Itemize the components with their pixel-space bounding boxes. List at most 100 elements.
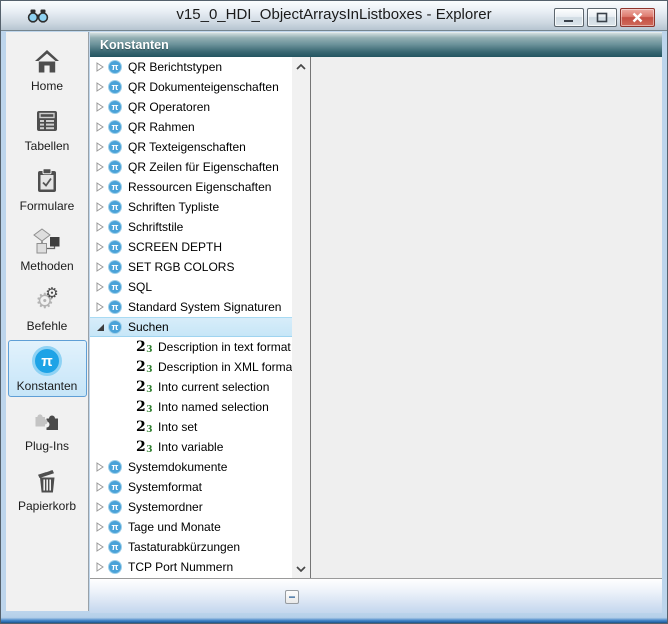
tree-item-label: Systemformat [128, 480, 202, 494]
pi-icon: π [108, 60, 122, 74]
sidebar-item-papierkorb[interactable]: Papierkorb [8, 460, 87, 517]
sidebar-item-formulare[interactable]: Formulare [8, 160, 87, 217]
twisty-collapsed-icon[interactable] [96, 242, 107, 252]
tree-item-tcp-port-nummern[interactable]: π TCP Port Nummern [90, 557, 292, 577]
scroll-up-button[interactable] [292, 58, 310, 75]
twisty-expanded-icon[interactable] [96, 323, 107, 332]
pi-icon: π [108, 540, 122, 554]
sidebar-item-plug-ins[interactable]: Plug-Ins [8, 400, 87, 457]
tree-item-systemordner[interactable]: π Systemordner [90, 497, 292, 517]
sidebar-item-befehle[interactable]: ⚙⚙ Befehle [8, 280, 87, 337]
tree-item-sql[interactable]: π SQL [90, 277, 292, 297]
tree-item-label: Into set [158, 420, 197, 434]
bottom-strip: − [90, 579, 662, 613]
sidebar-item-label: Home [9, 79, 86, 93]
twisty-collapsed-icon[interactable] [96, 122, 107, 132]
tree-item-tage-und-monate[interactable]: π Tage und Monate [90, 517, 292, 537]
tree-item-into-set[interactable]: 23 Into set [90, 417, 292, 437]
tree-item-label: QR Zeilen für Eigenschaften [128, 160, 279, 174]
twisty-collapsed-icon[interactable] [96, 142, 107, 152]
sidebar-item-label: Tabellen [9, 139, 86, 153]
tree-item-schriftstile[interactable]: π Schriftstile [90, 217, 292, 237]
sidebar-item-tabellen[interactable]: Tabellen [8, 100, 87, 157]
twisty-collapsed-icon[interactable] [96, 302, 107, 312]
pi-icon: π [108, 100, 122, 114]
twisty-collapsed-icon[interactable] [96, 282, 107, 292]
tree-item-into-named-selection[interactable]: 23 Into named selection [90, 397, 292, 417]
tree-item-label: Into named selection [158, 400, 269, 414]
twisty-collapsed-icon[interactable] [96, 522, 107, 532]
tree-scrollbar[interactable] [292, 57, 310, 578]
sidebar-item-label: Papierkorb [9, 499, 86, 513]
maximize-button[interactable] [587, 8, 617, 27]
tree-item-standard-system-signaturen[interactable]: π Standard System Signaturen [90, 297, 292, 317]
twisty-collapsed-icon[interactable] [96, 62, 107, 72]
longint-icon: 23 [136, 380, 152, 394]
twisty-collapsed-icon[interactable] [96, 482, 107, 492]
splitter-collapse-button[interactable]: − [285, 590, 299, 604]
tree-item-suchen[interactable]: π Suchen [90, 317, 292, 337]
twisty-collapsed-icon[interactable] [96, 82, 107, 92]
tree-item-label: Schriften Typliste [128, 200, 219, 214]
chevron-down-icon [296, 566, 306, 572]
sidebar-item-methoden[interactable]: Methoden [8, 220, 87, 277]
pi-icon: π [108, 500, 122, 514]
pi-icon: π [108, 260, 122, 274]
content-header-title: Konstanten [90, 33, 662, 52]
close-button[interactable] [620, 8, 655, 27]
twisty-collapsed-icon[interactable] [96, 542, 107, 552]
tree-item-schriften-typliste[interactable]: π Schriften Typliste [90, 197, 292, 217]
tree-item-systemformat[interactable]: π Systemformat [90, 477, 292, 497]
twisty-collapsed-icon[interactable] [96, 562, 107, 572]
sidebar-item-label: Methoden [9, 259, 86, 273]
twisty-collapsed-icon[interactable] [96, 182, 107, 192]
twisty-collapsed-icon[interactable] [96, 102, 107, 112]
tree-item-qr-dokumenteigenschaften[interactable]: π QR Dokumenteigenschaften [90, 77, 292, 97]
twisty-collapsed-icon[interactable] [96, 462, 107, 472]
twisty-collapsed-icon[interactable] [96, 502, 107, 512]
tree-item-label: Systemdokumente [128, 460, 227, 474]
tree-item-into-current-selection[interactable]: 23 Into current selection [90, 377, 292, 397]
tree-item-label: Schriftstile [128, 220, 183, 234]
tree-item-qr-berichtstypen[interactable]: π QR Berichtstypen [90, 57, 292, 77]
tree-item-qr-zeilen-f-r-eigenschaften[interactable]: π QR Zeilen für Eigenschaften [90, 157, 292, 177]
pi-icon: π [108, 560, 122, 574]
methods-icon [9, 225, 86, 257]
sidebar-item-home[interactable]: Home [8, 40, 87, 97]
tree-item-description-in-xml-format[interactable]: 23 Description in XML format [90, 357, 292, 377]
home-icon [9, 45, 86, 77]
explorer-window: v15_0_HDI_ObjectArraysInListboxes - Expl… [0, 0, 668, 624]
tree-item-qr-texteigenschaften[interactable]: π QR Texteigenschaften [90, 137, 292, 157]
plugins-icon [9, 405, 86, 437]
tree-item-systemdokumente[interactable]: π Systemdokumente [90, 457, 292, 477]
tree-item-label: Tastaturabkürzungen [128, 540, 240, 554]
twisty-collapsed-icon[interactable] [96, 222, 107, 232]
forms-icon [9, 165, 86, 197]
sidebar-item-konstanten[interactable]: π Konstanten [8, 340, 87, 397]
scroll-down-button[interactable] [292, 560, 310, 577]
tree-item-qr-operatoren[interactable]: π QR Operatoren [90, 97, 292, 117]
tree-item-screen-depth[interactable]: π SCREEN DEPTH [90, 237, 292, 257]
tree-item-set-rgb-colors[interactable]: π SET RGB COLORS [90, 257, 292, 277]
constants-tree: π QR Berichtstypen π QR Dokumenteigensch… [90, 57, 292, 578]
pi-icon: π [108, 480, 122, 494]
minimize-button[interactable] [554, 8, 584, 27]
tree-item-label: SCREEN DEPTH [128, 240, 222, 254]
tree-item-label: Standard System Signaturen [128, 300, 281, 314]
tree-item-into-variable[interactable]: 23 Into variable [90, 437, 292, 457]
titlebar[interactable]: v15_0_HDI_ObjectArraysInListboxes - Expl… [1, 1, 667, 31]
twisty-collapsed-icon[interactable] [96, 162, 107, 172]
tree-item-tastaturabk-rzungen[interactable]: π Tastaturabkürzungen [90, 537, 292, 557]
tree-item-description-in-text-format[interactable]: 23 Description in text format [90, 337, 292, 357]
pi-icon: π [108, 180, 122, 194]
twisty-collapsed-icon[interactable] [96, 262, 107, 272]
pi-icon: π [108, 200, 122, 214]
tree-item-label: Systemordner [128, 500, 203, 514]
pi-icon: π [108, 520, 122, 534]
pi-icon: π [108, 220, 122, 234]
twisty-collapsed-icon[interactable] [96, 202, 107, 212]
window-resize-border-right[interactable] [662, 31, 667, 611]
tree-item-ressourcen-eigenschaften[interactable]: π Ressourcen Eigenschaften [90, 177, 292, 197]
tree-item-qr-rahmen[interactable]: π QR Rahmen [90, 117, 292, 137]
sidebar-item-label: Plug-Ins [9, 439, 86, 453]
